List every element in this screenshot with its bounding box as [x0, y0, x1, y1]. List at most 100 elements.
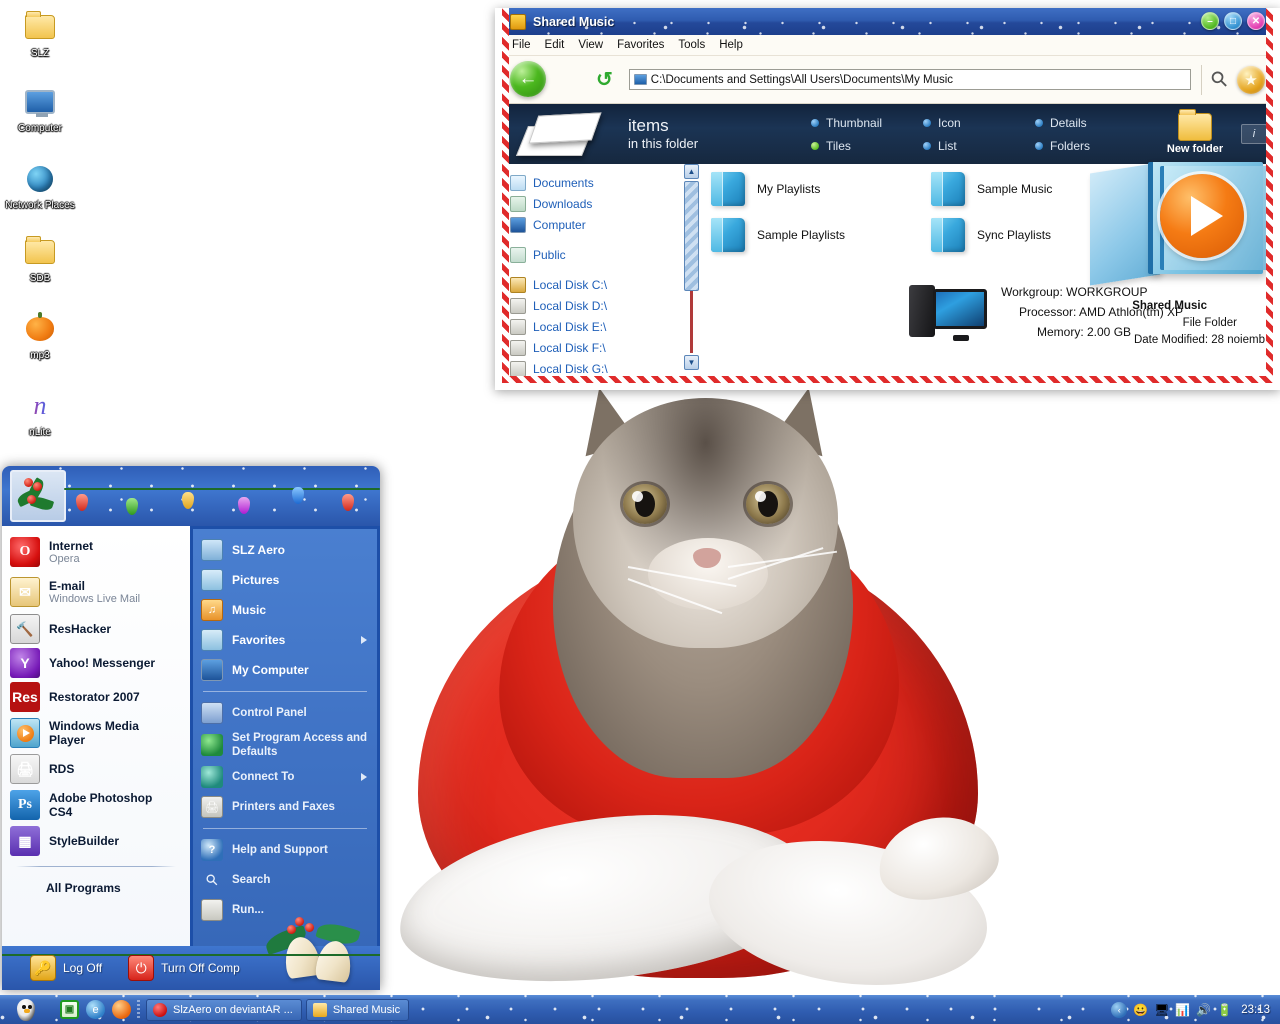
menu-item-tools[interactable]: Tools	[678, 39, 705, 51]
menu-item-view[interactable]: View	[578, 39, 603, 51]
start-right-item-slz-aero[interactable]: SLZ Aero	[193, 535, 377, 565]
start-right-item-label: Music	[232, 603, 267, 617]
start-item-stylebuilder[interactable]: ▦ StyleBuilder	[2, 824, 190, 858]
maximize-button[interactable]: □	[1224, 12, 1242, 30]
desktop-icon-network-places[interactable]: Network Places	[3, 156, 77, 211]
task-button-shared-music[interactable]: Shared Music	[305, 998, 410, 1021]
minimize-button[interactable]: –	[1201, 12, 1219, 30]
all-programs-button[interactable]: All Programs	[2, 875, 190, 895]
info-badge[interactable]: i	[1241, 124, 1267, 144]
start-right-item-favorites[interactable]: Favorites	[193, 625, 377, 655]
menu-item-help[interactable]: Help	[719, 39, 743, 51]
back-button[interactable]: ←	[510, 60, 546, 97]
scroll-up-button[interactable]: ▲	[684, 164, 699, 179]
view-option-tiles[interactable]: Tiles	[811, 139, 923, 153]
start-right-item-printers-and-faxes[interactable]: 🖨 Printers and Faxes	[193, 792, 377, 822]
scroll-thumb[interactable]	[684, 181, 699, 291]
start-item-internet[interactable]: O Internet Opera	[2, 532, 190, 572]
nav-item-computer[interactable]: Computer	[510, 214, 682, 235]
menu-item-file[interactable]: File	[512, 39, 531, 51]
start-button[interactable]	[0, 995, 52, 1024]
start-item-restorator[interactable]: Res Restorator 2007	[2, 680, 190, 714]
start-right-item-set-program-access[interactable]: Set Program Access and Defaults	[193, 728, 377, 762]
view-option-label: Tiles	[826, 138, 851, 153]
start-right-item-label: Help and Support	[232, 844, 328, 856]
battery-tray-icon[interactable]: 🔋	[1217, 1002, 1232, 1017]
desktop-icon-slz[interactable]: SLZ	[3, 4, 77, 59]
chevron-right-icon	[361, 773, 367, 781]
show-desktop-icon[interactable]: ▣	[60, 1000, 79, 1019]
start-item-reshacker[interactable]: 🔨 ResHacker	[2, 612, 190, 646]
start-right-item-run[interactable]: Run...	[193, 895, 377, 925]
set-program-access-icon	[201, 734, 223, 756]
desktop-icon-sdb[interactable]: SDB	[3, 229, 77, 284]
start-right-item-my-computer[interactable]: My Computer	[193, 655, 377, 685]
window-border-right	[1266, 8, 1273, 383]
internet-explorer-icon[interactable]: e	[86, 1000, 105, 1019]
log-off-button[interactable]: 🔑 Log Off	[30, 955, 102, 981]
public-icon	[510, 246, 526, 263]
explorer-window[interactable]: Shared Music – □ ✕ File Edit View Favori…	[495, 8, 1280, 390]
volume-tray-icon[interactable]: 🔊	[1196, 1002, 1211, 1017]
nav-item-public[interactable]: Public	[510, 244, 682, 265]
new-folder-button[interactable]: New folder	[1153, 109, 1237, 155]
start-item-adobe-photoshop[interactable]: Ps Adobe Photoshop CS4	[2, 786, 190, 824]
start-item-rds[interactable]: 🖨 RDS	[2, 752, 190, 786]
desktop-icon-mp3[interactable]: mp3	[3, 306, 77, 361]
item-count-block: items in this folder	[628, 116, 698, 152]
nav-item-local-disk-d[interactable]: Local Disk D:\	[510, 295, 682, 316]
start-right-item-pictures[interactable]: Pictures	[193, 565, 377, 595]
signal-tray-icon[interactable]: 📊	[1175, 1002, 1190, 1017]
file-list-area[interactable]: My Playlists Sample Music Sample Playlis…	[699, 162, 1273, 370]
firefox-icon[interactable]	[112, 1000, 131, 1019]
folder-item-my-playlists[interactable]: My Playlists	[711, 172, 931, 206]
yahoo-tray-icon[interactable]: 😀	[1133, 1002, 1148, 1017]
user-avatar[interactable]	[10, 470, 66, 522]
vertical-scrollbar[interactable]: ▲ ▼	[684, 164, 699, 370]
menu-item-edit[interactable]: Edit	[545, 39, 565, 51]
nav-item-documents[interactable]: Documents	[510, 172, 682, 193]
view-option-folders[interactable]: Folders	[1035, 139, 1147, 153]
refresh-icon[interactable]: ↺	[590, 67, 619, 92]
folder-item-sample-playlists[interactable]: Sample Playlists	[711, 218, 931, 252]
view-option-thumbnail[interactable]: Thumbnail	[811, 116, 923, 130]
chevron-left-icon[interactable]: ‹	[1111, 1001, 1128, 1018]
scroll-down-button[interactable]: ▼	[684, 355, 699, 370]
desktop-icon-nlite[interactable]: n nLite	[3, 383, 77, 439]
close-button[interactable]: ✕	[1247, 12, 1265, 30]
start-right-item-connect-to[interactable]: Connect To	[193, 762, 377, 792]
start-menu[interactable]: O Internet Opera ✉ E-mail Windows Live M…	[2, 466, 380, 990]
folder-item-label: Sample Music	[977, 182, 1053, 196]
explorer-body: Documents Downloads Computer Public Loca…	[502, 162, 1273, 377]
start-item-yahoo-messenger[interactable]: Y Yahoo! Messenger	[2, 646, 190, 680]
clock[interactable]: 23:13	[1238, 1004, 1270, 1016]
desktop-icon-computer[interactable]: Computer	[3, 79, 77, 134]
nav-item-downloads[interactable]: Downloads	[510, 193, 682, 214]
start-right-item-control-panel[interactable]: Control Panel	[193, 698, 377, 728]
turn-off-computer-button[interactable]: ⏻ Turn Off Comp	[128, 955, 240, 981]
start-right-item-music[interactable]: ♫ Music	[193, 595, 377, 625]
start-item-email[interactable]: ✉ E-mail Windows Live Mail	[2, 572, 190, 612]
start-item-windows-media-player[interactable]: Windows Media Player	[2, 714, 190, 752]
window-titlebar[interactable]: Shared Music – □ ✕	[502, 8, 1273, 35]
view-option-list[interactable]: List	[923, 139, 1035, 153]
start-right-item-search[interactable]: ⚲ Search	[193, 865, 377, 895]
search-icon[interactable]: ⚲	[1205, 65, 1234, 94]
menu-item-favorites[interactable]: Favorites	[617, 39, 664, 51]
task-button-slzaero[interactable]: SlzAero on deviantAR ...	[146, 998, 302, 1021]
task-button-label: Shared Music	[332, 1003, 401, 1016]
view-option-icon[interactable]: Icon	[923, 116, 1035, 130]
view-option-details[interactable]: Details	[1035, 116, 1147, 130]
star-icon[interactable]: ★	[1237, 65, 1265, 94]
start-right-item-label: My Computer	[232, 663, 309, 677]
address-bar[interactable]: C:\Documents and Settings\All Users\Docu…	[628, 69, 1191, 90]
nav-item-local-disk-e[interactable]: Local Disk E:\	[510, 316, 682, 337]
start-right-item-help-and-support[interactable]: ? Help and Support	[193, 835, 377, 865]
nav-item-local-disk-c[interactable]: Local Disk C:\	[510, 274, 682, 295]
start-item-name: Windows Media Player	[49, 719, 139, 747]
taskbar[interactable]: ▣ e SlzAero on deviantAR ... Shared Musi…	[0, 995, 1280, 1024]
nav-item-local-disk-f[interactable]: Local Disk F:\	[510, 337, 682, 358]
navigation-pane: Documents Downloads Computer Public Loca…	[502, 164, 682, 377]
bullet-icon	[811, 118, 819, 127]
network-tray-icon[interactable]: 🖥	[1154, 1002, 1169, 1017]
